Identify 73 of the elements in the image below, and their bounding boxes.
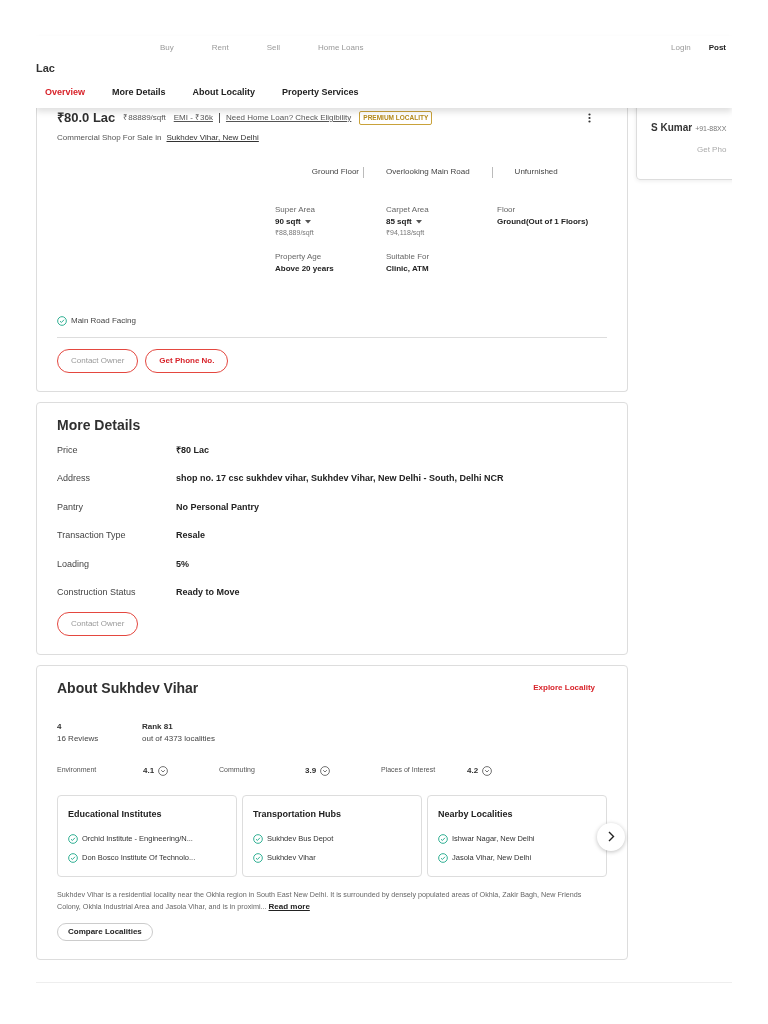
chevron-right-icon	[607, 831, 615, 842]
spec-label: Super Area	[275, 204, 317, 216]
rank-subtext: out of 4373 localities	[142, 732, 215, 745]
detail-label: Price	[57, 443, 79, 457]
detail-label: Transaction Type	[57, 529, 127, 542]
detail-value: 5%	[176, 557, 189, 571]
check-circle-icon	[438, 852, 448, 863]
check-circle-icon	[68, 833, 78, 844]
detail-value: ₹80 Lac	[176, 443, 210, 457]
spec-value: Clinic, ATM	[386, 262, 429, 275]
detail-label: Construction Status	[57, 586, 137, 599]
info-card-title: Transportation Hubs	[253, 807, 342, 821]
check-circle-icon	[57, 315, 67, 326]
section-tab[interactable]: Overview	[45, 86, 86, 100]
chevron-down-circle-icon[interactable]	[158, 765, 169, 776]
detail-label: Pantry	[57, 500, 84, 514]
listing-price: ₹80.0 Lac	[57, 109, 116, 128]
review-count: 16 Reviews	[57, 732, 100, 745]
more-options-icon[interactable]	[588, 113, 591, 123]
property-highlight: Overlooking Main Road	[385, 166, 471, 178]
check-circle-icon	[253, 833, 263, 844]
detail-value: Ready to Move	[176, 586, 240, 599]
spec-value: Ground(Out of 1 Floors)	[497, 216, 589, 228]
post-property-link[interactable]: Post	[708, 42, 726, 54]
login-link[interactable]: Login	[671, 42, 691, 54]
section-title: More Details	[57, 415, 142, 435]
listing-subtitle: Commercial Shop For Sale in	[57, 132, 162, 144]
nav-link[interactable]: Sell	[266, 42, 281, 54]
locality-rank: Rank 81	[142, 720, 174, 733]
explore-locality-link[interactable]: Explore Locality	[533, 682, 595, 694]
check-circle-icon	[253, 852, 263, 863]
rating-value: 4.1	[143, 764, 155, 777]
owner-name: S Kumar	[651, 121, 693, 135]
spec-value: 90 sqft	[275, 216, 301, 228]
home-loan-link[interactable]: Need Home Loan? Check Eligibility	[225, 112, 352, 124]
caret-icon	[304, 220, 311, 224]
spec-value: Above 20 years	[275, 262, 334, 275]
detail-value: shop no. 17 csc sukhdev vihar, Sukhdev Vihar, New Delhi - South, Delhi NCR	[176, 472, 504, 485]
chevron-down-circle-icon[interactable]	[482, 765, 493, 776]
section-tab[interactable]: Property Services	[282, 86, 359, 100]
spec-label: Carpet Area	[386, 204, 430, 216]
detail-label: Loading	[57, 557, 91, 571]
nav-link[interactable]: Home Loans	[318, 42, 364, 54]
spec-label: Floor	[497, 204, 517, 216]
detail-label: Address	[57, 472, 92, 485]
property-highlight: Unfurnished	[513, 166, 559, 178]
info-card-title: Educational Institutes	[68, 807, 163, 821]
nav-link[interactable]: Buy	[160, 42, 174, 54]
caret-icon	[415, 220, 422, 224]
chevron-down-circle-icon[interactable]	[320, 765, 331, 776]
info-card-title: Nearby Localities	[438, 807, 514, 821]
detail-value: No Personal Pantry	[176, 500, 260, 514]
check-circle-icon	[68, 852, 78, 863]
nav-link[interactable]: Rent	[211, 42, 229, 54]
emi-link[interactable]: EMI - ₹36k	[173, 112, 213, 124]
section-tab[interactable]: More Details	[112, 86, 166, 100]
spec-label: Property Age	[275, 250, 323, 263]
next-arrow-button[interactable]	[597, 822, 625, 851]
property-highlight: Ground Floor	[310, 166, 360, 178]
price-per-sqft: ₹88889/sqft	[123, 112, 166, 124]
locality-rating: 4	[57, 720, 63, 733]
spec-label: Suitable For	[386, 250, 431, 263]
rating-value: 4.2	[467, 764, 479, 777]
amenity-label: Main Road Facing	[71, 314, 136, 327]
section-title: About Sukhdev Vihar	[57, 678, 199, 698]
sticky-price: Lac	[36, 61, 56, 76]
section-tab[interactable]: About Locality	[192, 86, 256, 100]
read-more-link[interactable]: Read more	[268, 901, 310, 911]
check-circle-icon	[438, 833, 448, 844]
locality-link[interactable]: Sukhdev Vihar, New Delhi	[166, 132, 259, 144]
spec-value: 85 sqft	[386, 216, 412, 228]
detail-value: Resale	[176, 529, 206, 542]
rating-value: 3.9	[305, 764, 317, 777]
